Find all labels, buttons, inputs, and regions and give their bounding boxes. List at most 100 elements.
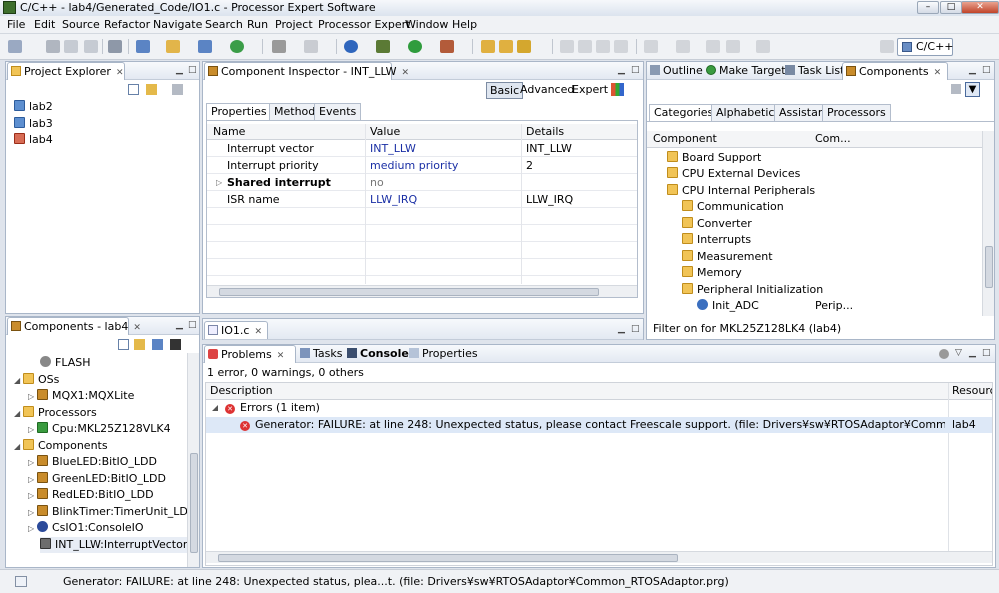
tab-console[interactable]: Console [344, 345, 409, 363]
new-project-icon[interactable] [136, 40, 150, 53]
build-icon[interactable] [108, 40, 122, 53]
horizontal-scrollbar[interactable] [206, 551, 992, 563]
tree-item-blinktimer[interactable]: ▷ BlinkTimer:TimerUnit_LDD [28, 504, 188, 520]
tab-problems[interactable]: Problems ✕ [204, 345, 296, 363]
fast-view-icon[interactable] [15, 576, 27, 587]
menu-source[interactable]: Source [62, 18, 100, 31]
menu-navigate[interactable]: Navigate [153, 18, 202, 31]
tab-component-inspector[interactable]: Component Inspector - INT_LLW ✕ [204, 62, 409, 80]
last-edit-icon[interactable] [706, 40, 720, 53]
menu-window[interactable]: Window [405, 18, 448, 31]
close-icon[interactable]: ✕ [934, 68, 942, 78]
expand-arrow-icon[interactable]: ▷ [28, 422, 37, 438]
minimize-icon[interactable]: ▁ [969, 65, 976, 75]
menu-help[interactable]: Help [452, 18, 477, 31]
category-memory[interactable]: Memory [682, 265, 742, 281]
minimize-icon[interactable]: ▁ [176, 65, 183, 75]
chart-icon[interactable] [611, 83, 624, 96]
open-type-icon[interactable] [481, 40, 495, 53]
minimize-icon[interactable]: ▁ [176, 320, 183, 330]
mode-basic[interactable]: Basic [486, 82, 524, 99]
view-menu-icon[interactable]: ▽ [955, 348, 962, 358]
open-element-icon[interactable] [499, 40, 513, 53]
maximize-icon[interactable]: □ [982, 65, 991, 75]
tree-item-redled[interactable]: ▷ RedLED:BitIO_LDD [28, 487, 154, 503]
expand-arrow-icon[interactable]: ▷ [28, 455, 37, 471]
tab-tasks[interactable]: Tasks [297, 345, 342, 363]
tab-categories[interactable]: Categories [649, 104, 719, 121]
sync-icon[interactable] [951, 84, 961, 94]
maximize-icon[interactable]: □ [982, 348, 991, 358]
toggle-icon[interactable] [596, 40, 610, 53]
category-communication[interactable]: Communication [682, 199, 784, 215]
settings-icon[interactable] [170, 339, 181, 350]
tab-components-lab4[interactable]: Components - lab4 ✕ [7, 317, 141, 335]
project-lab4[interactable]: lab4 [14, 132, 53, 148]
component-init-adc[interactable]: Init_ADC [697, 298, 759, 314]
forward-icon[interactable] [756, 40, 770, 53]
category-interrupts[interactable]: Interrupts [682, 232, 751, 248]
tab-outline[interactable]: Outline [647, 62, 703, 80]
error-row[interactable]: ✕ Generator: FAILURE: at line 248: Unexpe… [206, 417, 992, 433]
menu-project[interactable]: Project [275, 18, 313, 31]
mode-expert[interactable]: Expert [572, 83, 608, 96]
expand-arrow-icon[interactable]: ▷ [28, 488, 37, 504]
tab-make-target[interactable]: Make Target [703, 62, 786, 80]
category-peripheral-initialization[interactable]: Peripheral Initialization [682, 282, 823, 298]
tab-task-list[interactable]: Task List [782, 62, 844, 80]
filter-icon[interactable]: ▼ [965, 82, 980, 97]
new-class-icon[interactable] [198, 40, 212, 53]
edit-icon[interactable] [560, 40, 574, 53]
close-icon[interactable]: ✕ [401, 68, 409, 78]
expand-icon[interactable]: ▷ [216, 175, 222, 191]
annotation-icon[interactable] [578, 40, 592, 53]
collapse-arrow-icon[interactable]: ◢ [14, 373, 23, 389]
back-icon[interactable] [726, 40, 740, 53]
project-lab3[interactable]: lab3 [14, 116, 53, 132]
tab-events[interactable]: Events [314, 103, 362, 120]
category-board-support[interactable]: Board Support [667, 150, 761, 166]
collapse-all-icon[interactable] [128, 84, 139, 95]
project-lab2[interactable]: lab2 [14, 99, 53, 115]
close-icon[interactable]: ✕ [116, 68, 124, 78]
category-measurement[interactable]: Measurement [682, 249, 773, 265]
close-icon[interactable]: ✕ [254, 327, 262, 337]
category-cpu-internal-peripherals[interactable]: CPU Internal Peripherals [667, 183, 815, 199]
menu-run[interactable]: Run [247, 18, 268, 31]
prev-annotation-icon[interactable] [676, 40, 690, 53]
link-icon[interactable] [134, 339, 145, 350]
filter-icon[interactable] [939, 349, 949, 359]
tree-item-blueled[interactable]: ▷ BlueLED:BitIO_LDD [28, 454, 157, 470]
mode-advanced[interactable]: Advanced [520, 83, 574, 96]
menu-search[interactable]: Search [205, 18, 243, 31]
collapse-arrow-icon[interactable]: ◢ [14, 406, 23, 422]
next-annotation-icon[interactable] [644, 40, 658, 53]
maximize-icon[interactable]: □ [631, 324, 640, 334]
hammer-icon[interactable] [272, 40, 286, 53]
tab-processors[interactable]: Processors [822, 104, 891, 121]
close-icon[interactable]: ✕ [277, 351, 285, 361]
menu-processor-expert[interactable]: Processor Expert [318, 18, 411, 31]
tree-item-greenled[interactable]: ▷ GreenLED:BitIO_LDD [28, 471, 166, 487]
table-row[interactable]: Interrupt vector INT_LLW INT_LLW [207, 141, 637, 157]
wrench-icon[interactable] [304, 40, 318, 53]
search-icon[interactable] [517, 40, 531, 53]
print-icon[interactable] [84, 40, 98, 53]
error-group[interactable]: ◢ ✕ Errors (1 item) [206, 400, 992, 416]
save-all-icon[interactable] [64, 40, 78, 53]
tree-item-cpu[interactable]: ▷ Cpu:MKL25Z128VLK4 [28, 421, 171, 437]
minimize-icon[interactable]: ▁ [618, 324, 625, 334]
menu-file[interactable]: File [7, 18, 25, 31]
tree-item-csio1[interactable]: ▷ CsIO1:ConsoleIO [28, 520, 144, 536]
tree-item-int-llw[interactable]: INT_LLW:InterruptVector [40, 537, 188, 553]
category-cpu-external-devices[interactable]: CPU External Devices [667, 166, 800, 182]
table-row[interactable]: Interrupt priority medium priority 2 [207, 158, 637, 174]
link-editor-icon[interactable] [146, 84, 157, 95]
debug-icon[interactable] [376, 40, 390, 53]
tab-components[interactable]: Components ✕ [842, 62, 948, 80]
tab-properties-view[interactable]: Properties [406, 345, 478, 363]
collapse-all-icon[interactable] [118, 339, 129, 350]
tree-item-processors[interactable]: ◢ Processors [14, 405, 97, 421]
minimize-icon[interactable]: ▁ [969, 348, 976, 358]
new-icon[interactable] [8, 40, 22, 53]
